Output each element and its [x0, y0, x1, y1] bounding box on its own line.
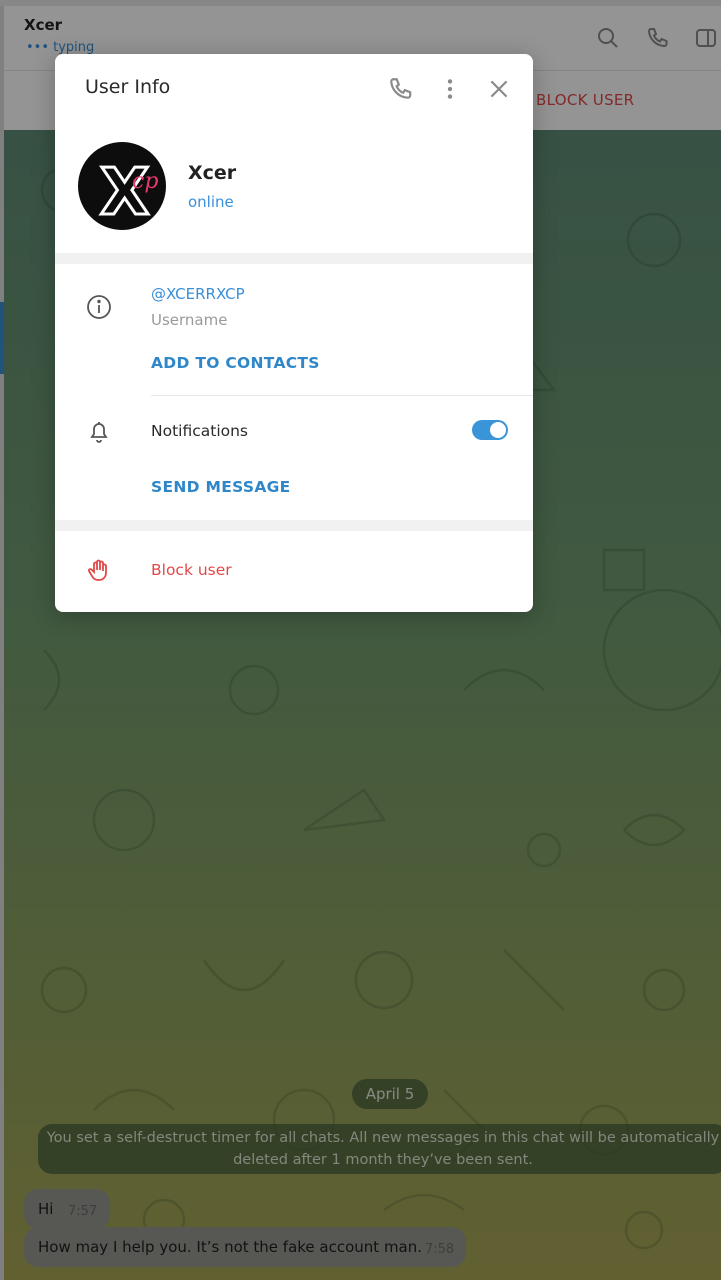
bell-icon — [90, 422, 108, 443]
avatar-logo: X cp — [99, 155, 159, 231]
block-user-button[interactable]: Block user — [151, 561, 232, 579]
user-info-dialog: User Info X cp Xcer online @XCERRXCP Use… — [55, 54, 533, 612]
avatar[interactable]: X cp — [78, 142, 166, 230]
profile-name: Xcer — [188, 162, 237, 184]
section-divider — [55, 520, 533, 531]
dialog-title: User Info — [85, 76, 171, 98]
profile-status: online — [188, 193, 234, 211]
close-icon[interactable] — [486, 76, 512, 102]
info-icon — [87, 295, 111, 319]
section-divider — [55, 253, 533, 264]
username-label: Username — [151, 311, 228, 329]
send-message-button[interactable]: SEND MESSAGE — [151, 478, 291, 496]
phone-icon[interactable] — [388, 76, 414, 102]
notifications-label: Notifications — [151, 422, 249, 440]
more-vertical-icon[interactable] — [437, 76, 463, 102]
username-value[interactable]: @XCERRXCP — [151, 285, 245, 303]
add-to-contacts-button[interactable]: ADD TO CONTACTS — [151, 354, 320, 372]
row-divider — [151, 395, 533, 396]
toggle-knob — [490, 422, 506, 438]
notifications-toggle[interactable] — [472, 420, 508, 440]
hand-icon — [88, 559, 107, 581]
avatar-subtext: cp — [132, 169, 158, 194]
